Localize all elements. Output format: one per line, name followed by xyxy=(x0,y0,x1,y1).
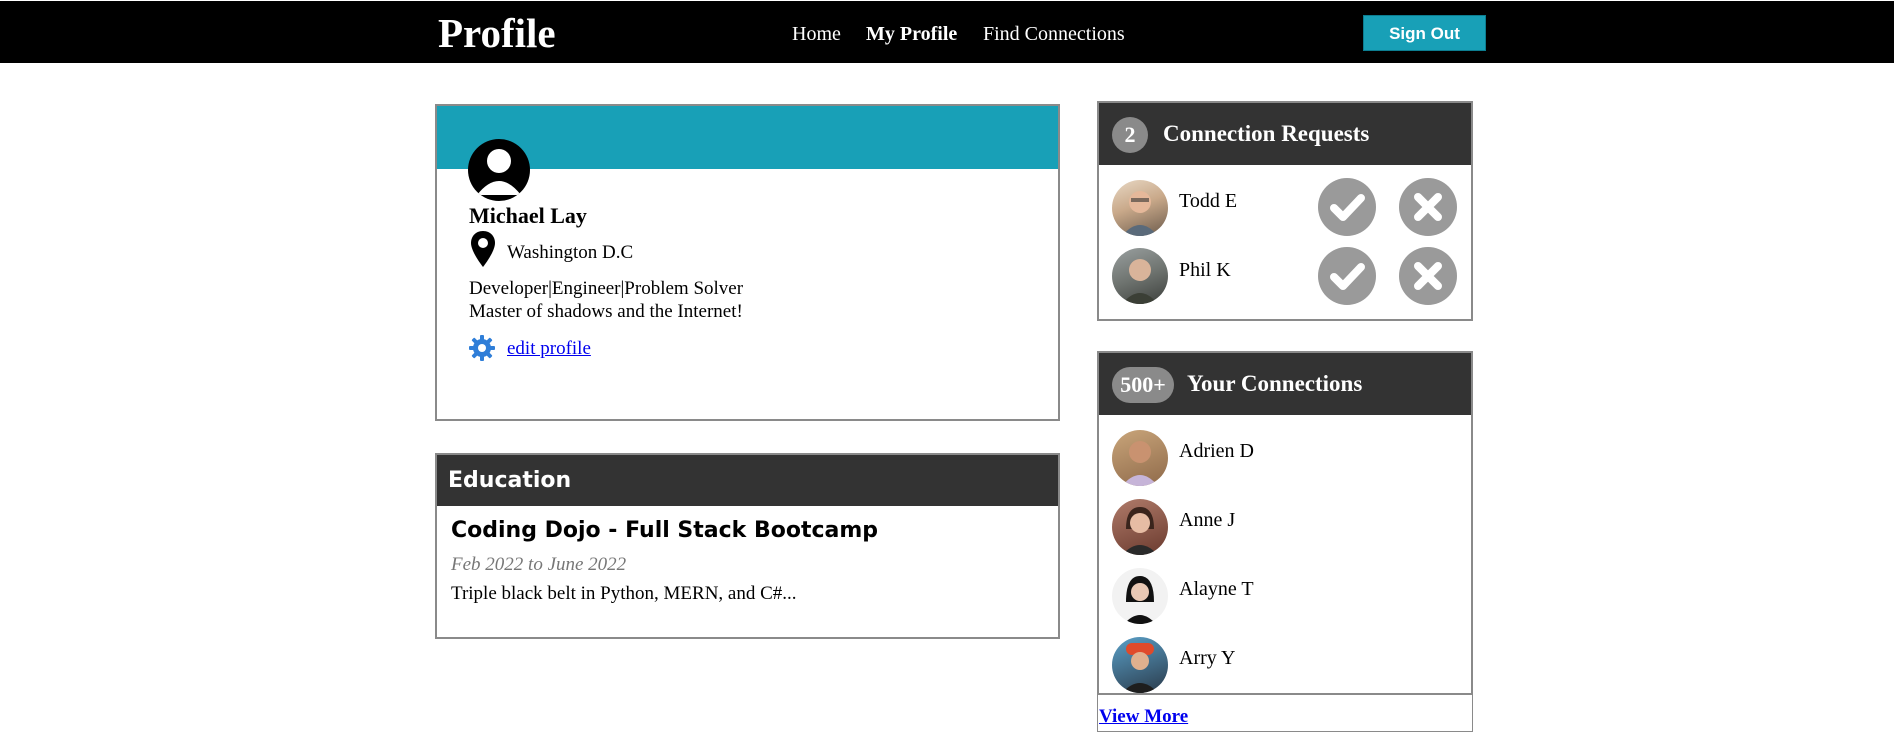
nav-home[interactable]: Home xyxy=(792,21,841,47)
brand-title: Profile xyxy=(438,10,556,56)
map-pin-icon xyxy=(471,231,495,267)
connections-title: Your Connections xyxy=(1187,371,1363,396)
requests-title: Connection Requests xyxy=(1163,121,1370,146)
nav-find-connections[interactable]: Find Connections xyxy=(983,21,1125,47)
view-more-link[interactable]: View More xyxy=(1099,705,1188,729)
connection-name[interactable]: Anne J xyxy=(1179,508,1235,532)
education-heading: Education xyxy=(448,468,572,493)
profile-banner xyxy=(437,106,1058,169)
your-connections-card: 500+ Your Connections Adrien D Anne J Al… xyxy=(1097,351,1473,695)
profile-name: Michael Lay xyxy=(469,203,587,228)
profile-bio: Master of shadows and the Internet! xyxy=(469,301,743,322)
requests-count-badge: 2 xyxy=(1112,117,1148,153)
top-nav-bar: Profile Home My Profile Find Connections… xyxy=(0,1,1894,63)
education-header: Education xyxy=(437,455,1058,506)
connection-requests-card: 2 Connection Requests Todd E Phil K xyxy=(1097,101,1473,321)
check-icon xyxy=(1330,263,1365,290)
connection-requests-header: 2 Connection Requests xyxy=(1099,103,1471,165)
avatar[interactable] xyxy=(1112,499,1168,555)
avatar[interactable] xyxy=(1112,568,1168,624)
request-name: Phil K xyxy=(1179,259,1231,281)
education-school: Coding Dojo - Full Stack Bootcamp xyxy=(451,518,879,543)
education-card: Education Coding Dojo - Full Stack Bootc… xyxy=(435,453,1060,639)
profile-location: Washington D.C xyxy=(507,242,634,263)
education-description: Triple black belt in Python, MERN, and C… xyxy=(451,583,797,604)
decline-button[interactable] xyxy=(1399,178,1457,236)
avatar xyxy=(1112,180,1168,236)
connections-count-badge: 500+ xyxy=(1112,367,1174,403)
edit-profile-link[interactable]: edit profile xyxy=(507,337,591,361)
accept-button[interactable] xyxy=(1318,247,1376,305)
accept-button[interactable] xyxy=(1318,178,1376,236)
view-more-panel: View More xyxy=(1097,693,1473,732)
decline-button[interactable] xyxy=(1399,247,1457,305)
avatar[interactable] xyxy=(1112,430,1168,486)
sign-out-button[interactable]: Sign Out xyxy=(1363,15,1486,51)
education-dates: Feb 2022 to June 2022 xyxy=(451,554,627,575)
avatar xyxy=(1112,248,1168,304)
user-avatar-icon xyxy=(468,139,530,201)
gear-icon[interactable] xyxy=(469,335,495,361)
profile-title: Developer|Engineer|Problem Solver xyxy=(469,278,744,299)
x-icon xyxy=(1414,262,1442,290)
your-connections-header: 500+ Your Connections xyxy=(1099,353,1471,415)
profile-card: Michael Lay Washington D.C Developer|Eng… xyxy=(435,104,1060,421)
connection-name[interactable]: Alayne T xyxy=(1179,577,1254,601)
check-icon xyxy=(1330,194,1365,221)
request-name: Todd E xyxy=(1179,190,1238,212)
nav-my-profile[interactable]: My Profile xyxy=(866,21,957,47)
x-icon xyxy=(1414,193,1442,221)
connection-name[interactable]: Adrien D xyxy=(1179,439,1254,463)
connection-name[interactable]: Arry Y xyxy=(1179,646,1235,670)
avatar[interactable] xyxy=(1112,637,1168,693)
